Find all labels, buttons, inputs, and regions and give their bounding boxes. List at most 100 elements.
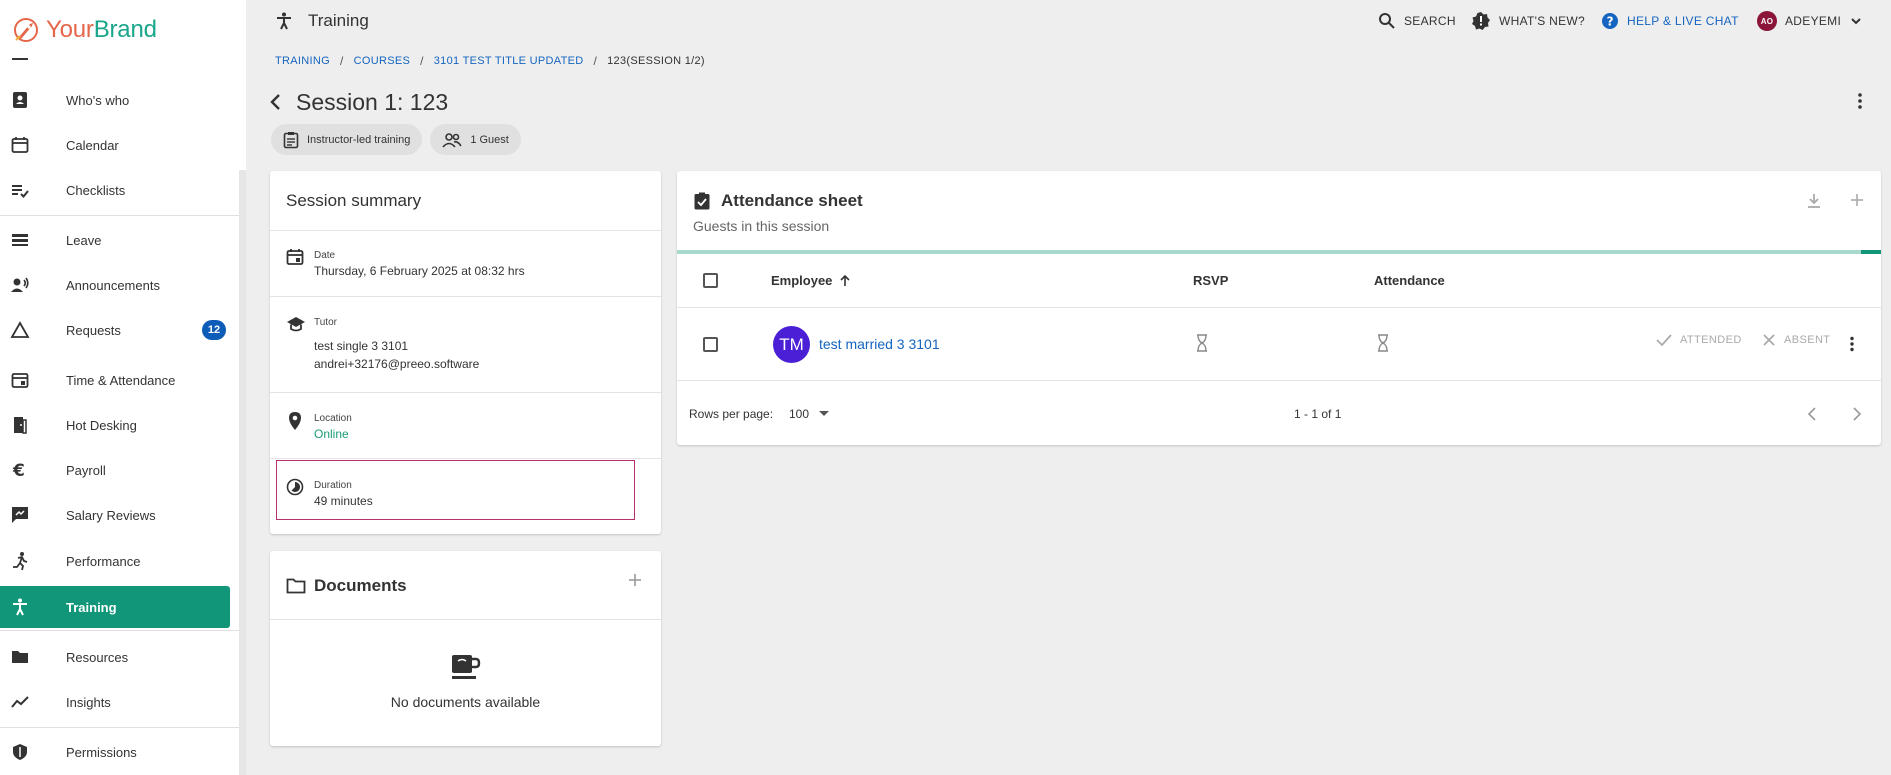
documents-title: Documents <box>314 576 407 595</box>
page-more-menu-icon[interactable] <box>1857 92 1863 110</box>
training-figure-icon <box>274 11 294 31</box>
sidebar-item-checklists[interactable]: Checklists <box>0 169 230 211</box>
session-chips: Instructor-led training 1 Guest <box>271 124 521 155</box>
documents-card: Documents No documents available <box>270 551 661 746</box>
euro-icon: € <box>10 460 30 480</box>
whats-new-button[interactable]: WHAT'S NEW? <box>1471 8 1585 34</box>
search-button[interactable]: SEARCH <box>1378 8 1456 34</box>
page-header: Session 1: 123 <box>268 87 448 117</box>
column-rsvp: RSVP <box>1193 273 1229 288</box>
session-summary-card: Session summary Date Thursday, 6 Februar… <box>270 171 661 534</box>
user-menu[interactable]: AO ADEYEMI <box>1757 8 1863 34</box>
divider <box>270 296 661 297</box>
contact-card-icon <box>10 90 30 110</box>
user-name: ADEYEMI <box>1785 14 1842 28</box>
breadcrumb-courses[interactable]: COURSES <box>354 55 411 67</box>
sidebar: YourBrand Who's who Calendar Checklists … <box>0 0 246 775</box>
assignment-turned-in-icon <box>694 192 710 210</box>
school-icon <box>286 315 306 333</box>
sidebar-item-leave[interactable]: Leave <box>0 219 230 261</box>
nav-divider <box>0 215 239 216</box>
event-calendar-icon <box>10 370 30 390</box>
calendar-icon <box>10 135 30 155</box>
chevron-down-icon <box>1849 14 1863 28</box>
select-all-checkbox[interactable] <box>703 273 718 288</box>
attendance-progress-bar <box>677 250 1881 254</box>
back-arrow-icon[interactable] <box>268 93 284 111</box>
sidebar-item-requests[interactable]: Requests 12 <box>0 309 230 351</box>
brand-logo[interactable]: YourBrand <box>10 12 157 48</box>
assignment-icon <box>283 131 299 149</box>
chip-training-type: Instructor-led training <box>271 124 423 155</box>
rows-per-page-label: Rows per page: <box>689 407 774 421</box>
new-releases-icon <box>1471 11 1491 31</box>
download-icon[interactable] <box>1807 193 1821 209</box>
sidebar-item-whos-who[interactable]: Who's who <box>0 79 230 121</box>
add-document-icon[interactable] <box>628 573 642 587</box>
divider <box>677 380 1881 381</box>
shield-icon <box>10 742 30 762</box>
folder-outline-icon <box>286 577 306 595</box>
sidebar-item-announcements[interactable]: Announcements <box>0 264 230 306</box>
help-icon: ? <box>1601 12 1619 30</box>
nav-divider <box>0 727 239 728</box>
breadcrumb-separator: / <box>420 54 424 68</box>
sidebar-item-payroll[interactable]: € Payroll <box>0 449 230 491</box>
mark-attended-button[interactable]: ATTENDED <box>1656 333 1742 347</box>
calendar-icon <box>286 248 304 266</box>
sidebar-item-performance[interactable]: Performance <box>0 540 230 582</box>
rows-per-page-select[interactable]: 100 <box>789 407 830 421</box>
add-guest-icon[interactable] <box>1850 193 1864 207</box>
requests-triangle-icon <box>10 320 30 340</box>
mark-absent-button[interactable]: ABSENT <box>1762 333 1830 347</box>
breadcrumb-course[interactable]: 3101 TEST TITLE UPDATED <box>434 55 584 67</box>
sidebar-item-hot-desking[interactable]: Hot Desking <box>0 404 230 446</box>
employee-avatar: TM <box>773 326 810 363</box>
divider <box>270 619 661 620</box>
sidebar-item-insights[interactable]: Insights <box>0 681 230 723</box>
divider <box>677 307 1881 308</box>
nav-divider <box>0 630 239 631</box>
attendance-progress-fill <box>1861 250 1881 254</box>
previous-page-icon[interactable] <box>1807 407 1817 421</box>
documents-empty-message: No documents available <box>390 694 541 710</box>
people-icon <box>442 132 463 148</box>
sidebar-item-permissions[interactable]: Permissions <box>0 731 230 773</box>
coffee-cup-icon <box>451 653 481 681</box>
search-icon <box>1378 12 1396 30</box>
breadcrumb-separator: / <box>593 54 598 68</box>
checklist-icon <box>10 180 30 200</box>
brand-name: YourBrand <box>46 16 157 43</box>
divider <box>270 230 661 231</box>
leave-icon <box>10 230 30 250</box>
door-icon <box>10 415 30 435</box>
hourglass-icon <box>1196 334 1208 352</box>
rate-review-icon <box>10 505 30 525</box>
chip-guests: 1 Guest <box>430 124 521 155</box>
row-more-menu-icon[interactable] <box>1849 336 1855 352</box>
column-employee[interactable]: Employee <box>771 273 852 288</box>
training-figure-icon <box>10 597 30 617</box>
row-checkbox[interactable] <box>703 337 718 352</box>
column-attendance: Attendance <box>1374 273 1445 288</box>
running-icon <box>10 551 30 571</box>
sidebar-item-calendar[interactable]: Calendar <box>0 124 230 166</box>
breadcrumb: TRAINING / COURSES / 3101 TEST TITLE UPD… <box>275 54 705 68</box>
partial-nav-item <box>12 58 28 60</box>
user-avatar: AO <box>1757 11 1777 31</box>
attendance-title: Attendance sheet <box>721 191 863 210</box>
sidebar-item-resources[interactable]: Resources <box>0 636 230 678</box>
attendance-subtitle: Guests in this session <box>693 218 830 234</box>
next-page-icon[interactable] <box>1852 407 1862 421</box>
close-icon <box>1762 333 1776 347</box>
announcement-icon <box>10 275 30 295</box>
breadcrumb-training[interactable]: TRAINING <box>275 55 330 67</box>
help-live-chat-button[interactable]: ? HELP & LIVE CHAT <box>1601 8 1739 34</box>
sidebar-item-training[interactable]: Training <box>0 586 230 628</box>
employee-name-link[interactable]: test married 3 3101 <box>819 336 940 352</box>
sidebar-scrollbar[interactable] <box>239 170 246 775</box>
sidebar-item-time-attendance[interactable]: Time & Attendance <box>0 359 230 401</box>
rocket-icon <box>10 14 42 46</box>
breadcrumb-current: 123(SESSION 1/2) <box>607 55 705 67</box>
sidebar-item-salary-reviews[interactable]: Salary Reviews <box>0 494 230 536</box>
